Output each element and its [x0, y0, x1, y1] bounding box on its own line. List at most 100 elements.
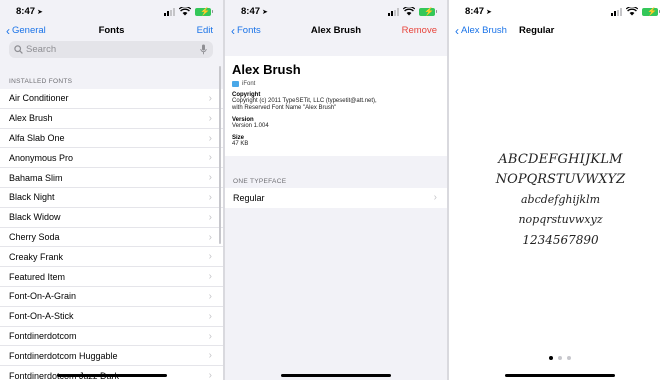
font-list-item-label: Bahama Slim: [9, 172, 63, 183]
wifi-icon: [626, 7, 638, 16]
status-icons: ⚡: [388, 7, 437, 16]
font-list-item[interactable]: Font-On-A-Stick ›: [0, 307, 223, 327]
section-header-installed-fonts: INSTALLED FONTS: [9, 78, 73, 85]
chevron-right-icon: ›: [208, 271, 212, 283]
copyright-line-1: Copyright (c) 2011 TypeSETit, LLC (types…: [232, 98, 377, 104]
chevron-right-icon: ›: [208, 211, 212, 223]
font-name-heading: Alex Brush: [232, 62, 301, 77]
chevron-right-icon: ›: [208, 112, 212, 124]
chevron-right-icon: ›: [208, 350, 212, 362]
font-list-item-label: Featured Item: [9, 271, 66, 282]
page-title: Regular: [519, 25, 555, 36]
font-list-item-label: Alfa Slab One: [9, 132, 65, 143]
font-list-item[interactable]: Fontdinerdotcom ›: [0, 327, 223, 347]
chevron-right-icon: ›: [208, 251, 212, 263]
location-arrow-icon: ➤: [37, 9, 43, 16]
font-list-item-label: Font-On-A-Grain: [9, 291, 77, 302]
wifi-icon: [179, 7, 191, 16]
location-arrow-icon: ➤: [486, 9, 492, 16]
font-list-item-label: Creaky Frank: [9, 251, 64, 262]
status-icons: ⚡: [611, 7, 660, 16]
font-list-item[interactable]: Air Conditioner ›: [0, 89, 223, 109]
font-list-item[interactable]: Black Widow ›: [0, 208, 223, 228]
typeface-preview-screen: 8:47 ➤ ⚡ ‹ Alex Brush Regular ABCDEFGHIJKL…: [449, 0, 670, 380]
font-sample-preview: ABCDEFGHIJKLM NOPQRSTUVWXYZ abcdefghijkl…: [459, 150, 662, 250]
location-arrow-icon: ➤: [262, 9, 268, 16]
font-list-item-label: Font-On-A-Stick: [9, 311, 74, 322]
font-list-item-label: Anonymous Pro: [9, 152, 74, 163]
chevron-right-icon: ›: [208, 132, 212, 144]
back-button-alex-brush[interactable]: ‹ Alex Brush: [455, 25, 507, 37]
chevron-right-icon: ›: [208, 93, 212, 104]
sample-digits: 1234567890: [522, 233, 599, 247]
font-list-item[interactable]: Fontdinerdotcom Huggable ›: [0, 346, 223, 367]
search-input[interactable]: [26, 44, 176, 55]
sample-uppercase-a-m: ABCDEFGHIJKLM: [498, 152, 623, 167]
scroll-indicator[interactable]: [219, 66, 221, 244]
page-dot[interactable]: [566, 356, 571, 360]
chevron-left-icon: ‹: [231, 23, 235, 38]
copyright-line-2: with Reserved Font Name "Alex Brush": [232, 105, 337, 111]
font-list-item-label: Fontdinerdotcom Huggable: [9, 350, 118, 361]
home-indicator: [504, 374, 615, 377]
cellular-signal-icon: [388, 7, 399, 16]
cellular-signal-icon: [611, 7, 622, 16]
font-list-item-label: Alex Brush: [9, 113, 53, 124]
chevron-left-icon: ‹: [6, 23, 10, 38]
status-time: 8:47 ➤: [465, 6, 492, 17]
sample-lowercase-a-m: abcdefghijklm: [520, 193, 601, 206]
navigation-bar: ‹ Fonts Alex Brush Remove: [225, 22, 447, 40]
font-list-item[interactable]: Alex Brush ›: [0, 109, 223, 129]
page-dot[interactable]: [548, 356, 553, 360]
navigation-bar: ‹ General Fonts Edit: [0, 22, 223, 40]
ifont-app-icon: [232, 81, 239, 87]
status-bar: 8:47 ➤ ⚡: [225, 0, 447, 22]
cellular-signal-icon: [164, 7, 175, 16]
sample-uppercase-n-z: NOPQRSTUVWXYZ: [495, 172, 626, 187]
remove-button[interactable]: Remove: [402, 25, 437, 36]
section-header-typeface: ONE TYPEFACE: [233, 178, 287, 185]
font-source: iFont: [232, 81, 440, 87]
typeface-label: Regular: [233, 193, 265, 203]
page-indicator[interactable]: [449, 356, 670, 360]
font-list-item-label: Cherry Soda: [9, 231, 60, 242]
chevron-right-icon: ›: [208, 152, 212, 164]
back-button-general[interactable]: ‹ General: [6, 23, 46, 38]
status-bar: 8:47 ➤ ⚡: [449, 0, 670, 22]
font-list-item-label: Fontdinerdotcom: [9, 330, 77, 341]
chevron-right-icon: ›: [208, 310, 212, 322]
installed-fonts-list: Air Conditioner › Alex Brush › Alfa Slab One…: [0, 89, 223, 380]
font-list-item[interactable]: Bahama Slim ›: [0, 168, 223, 188]
edit-button[interactable]: Edit: [197, 25, 213, 36]
font-list-item[interactable]: Black Night ›: [0, 188, 223, 208]
navigation-bar: ‹ Alex Brush Regular: [449, 22, 670, 40]
search-bar[interactable]: [9, 41, 213, 58]
chevron-right-icon: ›: [433, 192, 437, 203]
back-button-fonts[interactable]: ‹ Fonts: [231, 23, 261, 38]
battery-charging-icon: ⚡: [642, 7, 660, 16]
page-dot[interactable]: [557, 356, 562, 360]
battery-charging-icon: ⚡: [195, 7, 213, 16]
font-list-item[interactable]: Creaky Frank ›: [0, 247, 223, 268]
font-list-item-label: Black Widow: [9, 212, 61, 223]
chevron-right-icon: ›: [208, 330, 212, 342]
chevron-right-icon: ›: [208, 191, 212, 203]
font-list-item[interactable]: Featured Item ›: [0, 267, 223, 287]
font-detail-screen: 8:47 ➤ ⚡ ‹ Fonts Alex Brush Remove Alex Br…: [225, 0, 447, 380]
chevron-right-icon: ›: [208, 231, 212, 243]
font-list-item[interactable]: Anonymous Pro ›: [0, 148, 223, 169]
status-time: 8:47 ➤: [16, 6, 43, 17]
size-value: 47 KB: [232, 141, 249, 147]
font-list-item-label: Black Night: [9, 192, 55, 203]
font-list-item-label: Air Conditioner: [9, 93, 69, 104]
microphone-icon[interactable]: [200, 44, 207, 55]
sample-lowercase-n-z: nopqrstuvwxyz: [518, 213, 603, 226]
font-list-item[interactable]: Alfa Slab One ›: [0, 129, 223, 149]
typeface-row-regular[interactable]: Regular ›: [225, 188, 447, 208]
font-list-item[interactable]: Font-On-A-Grain ›: [0, 287, 223, 307]
battery-charging-icon: ⚡: [419, 7, 437, 16]
home-indicator: [281, 374, 391, 377]
chevron-right-icon: ›: [208, 370, 212, 380]
font-list-item[interactable]: Cherry Soda ›: [0, 228, 223, 248]
fonts-list-screen: 8:47➤ ⚡ ‹General Fonts Edit INSTALLED FO…: [0, 0, 223, 380]
